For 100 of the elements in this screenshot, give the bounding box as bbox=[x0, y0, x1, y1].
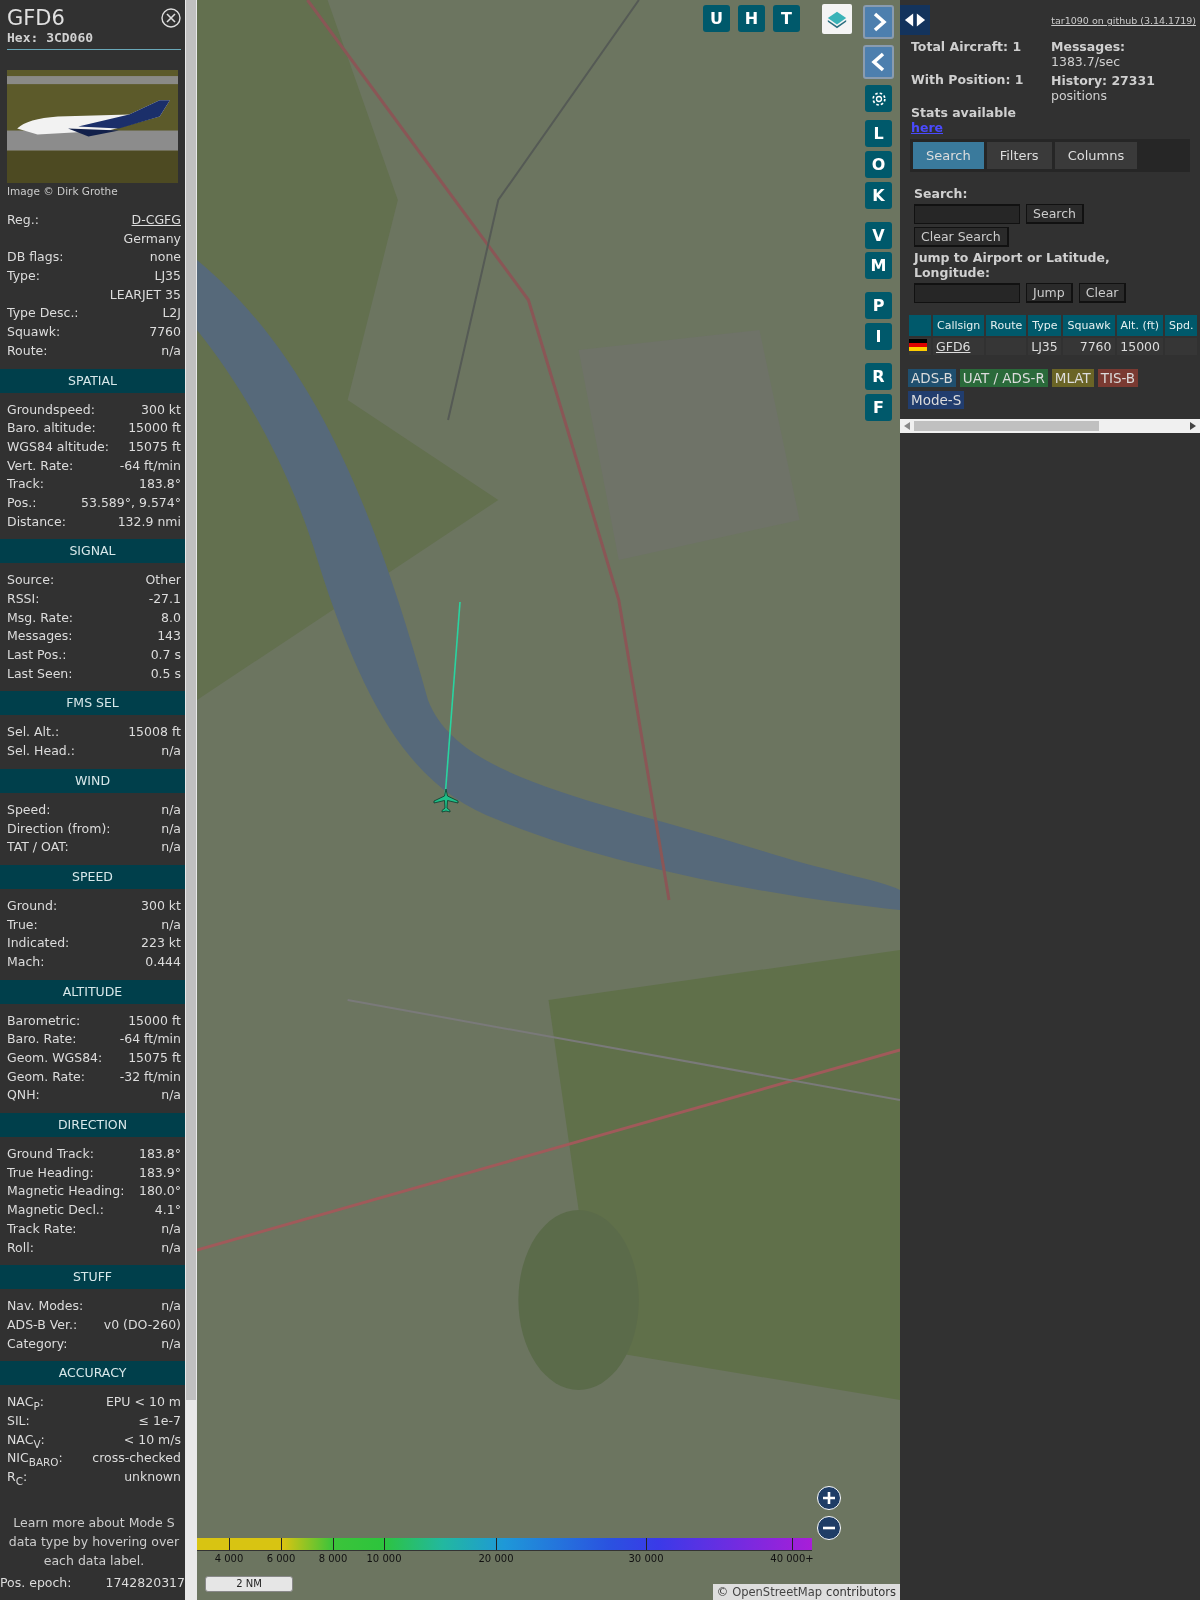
field-value: n/a bbox=[161, 915, 181, 934]
field-label: Geom. WGS84: bbox=[7, 1049, 103, 1067]
expand-button[interactable] bbox=[863, 5, 894, 39]
source-tag: TIS-B bbox=[1097, 369, 1139, 387]
field-value: 15008 ft bbox=[128, 723, 181, 742]
field-label: DB flags: bbox=[7, 248, 64, 267]
field-label: Ground Track: bbox=[7, 1145, 94, 1164]
field-value: 300 kt bbox=[141, 896, 181, 915]
field-label: NIC$_{BARO}$: bbox=[7, 1449, 63, 1468]
altitude-label: 6 000 bbox=[265, 1553, 297, 1564]
field-value: LEARJET 35 bbox=[109, 285, 181, 304]
clear-search-button[interactable]: Clear Search bbox=[914, 227, 1009, 247]
attribution-link[interactable]: OpenStreetMap bbox=[732, 1585, 823, 1599]
field-label: RSSI: bbox=[7, 590, 40, 608]
altitude-label: 8 000 bbox=[317, 1553, 349, 1564]
field-label: Baro. altitude: bbox=[7, 419, 96, 438]
column-header[interactable]: Spd. bbox=[1165, 315, 1198, 336]
left-right-arrows-icon bbox=[904, 12, 926, 28]
map-toggle-button[interactable]: T bbox=[773, 5, 800, 32]
search-label: Search: bbox=[914, 186, 969, 201]
field-label: Pos. epoch: bbox=[0, 1573, 72, 1592]
section-header: SIGNAL bbox=[0, 539, 185, 564]
aircraft-icon[interactable] bbox=[432, 786, 460, 814]
field-value: n/a bbox=[161, 800, 181, 819]
clear-button[interactable]: Clear bbox=[1078, 283, 1127, 303]
panel-tab[interactable]: Columns bbox=[1054, 142, 1138, 169]
field-value: n/a bbox=[161, 1238, 181, 1257]
messages-rate: 1383.7/sec bbox=[1051, 54, 1122, 69]
field-value: Germany bbox=[123, 229, 181, 248]
field-label: Direction (from): bbox=[7, 819, 111, 838]
column-header[interactable]: Type bbox=[1028, 315, 1062, 336]
scroll-left-icon[interactable] bbox=[904, 422, 910, 430]
section-header: SPEED bbox=[0, 864, 185, 889]
field-label: Type Desc.: bbox=[7, 304, 79, 323]
field-value: 15075 ft bbox=[128, 437, 181, 456]
map-toggle-button[interactable]: F bbox=[865, 394, 892, 421]
panel-tab[interactable]: Search bbox=[913, 142, 984, 169]
field-label: WGS84 altitude: bbox=[7, 437, 110, 456]
map-toggle-button[interactable]: P bbox=[865, 292, 892, 319]
field-label: Magnetic Decl.: bbox=[7, 1201, 105, 1220]
scrollbar[interactable] bbox=[185, 0, 197, 1600]
field-label: QNH: bbox=[7, 1086, 40, 1105]
layers-button[interactable] bbox=[822, 4, 852, 34]
field-label: ADS-B Ver.: bbox=[7, 1315, 78, 1334]
jump-label: Jump to Airport or Latitude, Longitude: bbox=[914, 250, 1111, 280]
field-value: 15075 ft bbox=[128, 1049, 181, 1067]
field-label: Distance: bbox=[7, 512, 66, 531]
field-label: Roll: bbox=[7, 1238, 34, 1257]
field-value: ≤ 1e-7 bbox=[138, 1411, 181, 1430]
map-toggle-button[interactable]: L bbox=[865, 120, 892, 147]
close-icon[interactable] bbox=[161, 8, 181, 28]
total-aircraft: Total Aircraft: 1 bbox=[911, 39, 1023, 54]
map-toggle-button[interactable]: R bbox=[865, 363, 892, 390]
panel-tab[interactable]: Filters bbox=[986, 142, 1052, 169]
field-value: Other bbox=[145, 571, 181, 590]
column-header[interactable]: Alt. (ft) bbox=[1116, 315, 1163, 336]
field-value: n/a bbox=[161, 742, 181, 761]
field-value: 15000 ft bbox=[128, 419, 181, 438]
help-note: Learn more about Mode S data type by hovering over each data label. bbox=[7, 1513, 181, 1570]
map-toggle-button[interactable]: I bbox=[865, 323, 892, 350]
map-toggle-button[interactable]: U bbox=[703, 5, 730, 32]
jump-button[interactable]: Jump bbox=[1026, 283, 1073, 303]
section-header: DIRECTION bbox=[0, 1113, 185, 1138]
map-toggle-button[interactable]: O bbox=[865, 151, 892, 178]
field-label: NAC$_{V}$: bbox=[7, 1430, 45, 1450]
section-header: WIND bbox=[0, 768, 185, 793]
field-label: TAT / OAT: bbox=[7, 838, 69, 857]
aircraft-callsign: GFD6 bbox=[7, 6, 66, 30]
version-link[interactable]: tar1090 on github (3.14.1719) bbox=[1051, 15, 1196, 26]
field-value: 0.7 s bbox=[150, 646, 181, 665]
field-label: Sel. Alt.: bbox=[7, 723, 60, 742]
field-value: 15000 ft bbox=[128, 1011, 181, 1030]
attribution-text: contributors bbox=[826, 1585, 896, 1599]
source-tag: UAT / ADS-R bbox=[959, 369, 1048, 387]
field-label: Msg. Rate: bbox=[7, 608, 74, 627]
field-label: Track Rate: bbox=[7, 1219, 77, 1238]
field-value: n/a bbox=[161, 838, 181, 857]
jump-field[interactable] bbox=[914, 283, 1020, 303]
registration-link[interactable]: D-CGFG bbox=[131, 211, 181, 230]
search-button[interactable]: Search bbox=[1026, 204, 1084, 224]
map-toggle-button[interactable]: K bbox=[865, 182, 892, 209]
field-label: Mach: bbox=[7, 952, 45, 971]
map-toggle-button[interactable]: V bbox=[865, 222, 892, 249]
search-field[interactable] bbox=[914, 204, 1020, 224]
map-toggle-button[interactable]: M bbox=[865, 252, 892, 279]
altitude-label: 4 000 bbox=[213, 1553, 245, 1564]
altitude-label: 10 000 bbox=[365, 1553, 403, 1564]
section-header: STUFF bbox=[0, 1265, 185, 1290]
field-value: 143 bbox=[157, 627, 181, 646]
horizontal-scrollbar[interactable] bbox=[900, 419, 1200, 433]
panel-toggle-button[interactable] bbox=[900, 5, 930, 35]
settings-button[interactable] bbox=[865, 85, 892, 112]
column-header[interactable]: Callsign bbox=[933, 315, 985, 336]
column-header[interactable]: Squawk bbox=[1063, 315, 1115, 336]
field-value: 183.8° bbox=[138, 475, 181, 494]
field-value: 183.9° bbox=[138, 1163, 181, 1182]
collapse-button[interactable] bbox=[863, 45, 894, 79]
map-toggle-button[interactable]: H bbox=[738, 5, 765, 32]
scroll-right-icon[interactable] bbox=[1190, 422, 1196, 430]
column-header[interactable]: Route bbox=[986, 315, 1027, 336]
